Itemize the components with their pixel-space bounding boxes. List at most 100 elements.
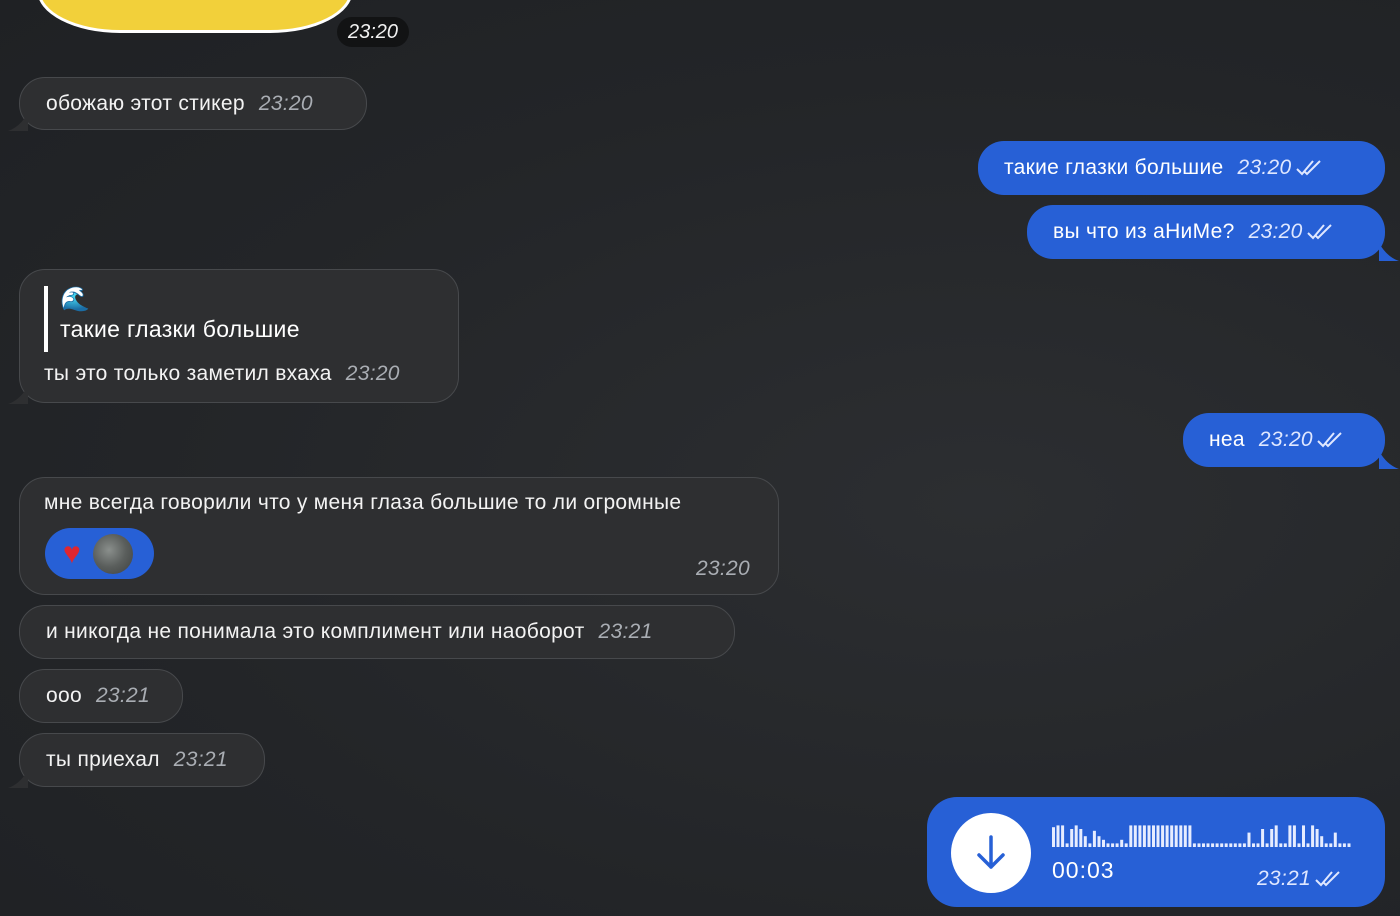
message-time: 23:20 xyxy=(1248,220,1303,243)
waveform-bar xyxy=(1174,825,1178,847)
waveform-bar xyxy=(1170,825,1174,847)
sticker-image[interactable] xyxy=(40,0,350,30)
waveform-bar xyxy=(1274,825,1278,847)
message-time: 23:21 xyxy=(95,684,151,707)
message-text: ооо xyxy=(46,684,82,707)
sticker-timestamp: 23:20 xyxy=(337,17,410,47)
message-time: 23:20 xyxy=(258,91,313,115)
waveform-bar xyxy=(1106,843,1110,847)
waveform-bar xyxy=(1311,825,1315,847)
waveform-bar xyxy=(1220,843,1224,847)
waveform-bar xyxy=(1247,832,1251,847)
waveform-bar xyxy=(1097,836,1101,847)
waveform-bar xyxy=(1270,829,1274,847)
message-bubble-incoming[interactable]: и никогда не понимала это комплимент или… xyxy=(19,605,735,659)
waveform-bar xyxy=(1111,843,1115,847)
download-arrow-icon xyxy=(977,835,1005,869)
message-text: мне всегда говорили что у меня глаза бол… xyxy=(44,491,682,514)
waveform-bar xyxy=(1183,825,1187,847)
waveform-bar xyxy=(1129,825,1133,847)
waveform-bar xyxy=(1215,843,1219,847)
waveform-bar xyxy=(1324,843,1328,847)
waveform-bar xyxy=(1211,843,1215,847)
message-bubble-outgoing[interactable]: вы что из аНиМе? 23:20 xyxy=(1027,205,1399,261)
message-text: ты приехал xyxy=(46,748,160,771)
bubble-tail xyxy=(8,386,28,404)
waveform-bar xyxy=(1229,843,1233,847)
waveform-bar xyxy=(1161,825,1165,847)
waveform-bar xyxy=(1320,836,1324,847)
download-button[interactable] xyxy=(951,813,1031,893)
waveform-bar xyxy=(1238,843,1242,847)
bubble-tail xyxy=(1379,243,1399,261)
reaction-pill[interactable]: ♥ xyxy=(45,528,154,579)
waveform-bar xyxy=(1079,829,1083,847)
message-time: 23:21 xyxy=(598,620,653,643)
waveform-bar xyxy=(1297,843,1301,847)
wave-emoji-icon: 🌊 xyxy=(60,286,91,313)
voice-duration: 00:03 xyxy=(1052,857,1115,883)
waveform-bar xyxy=(1142,825,1146,847)
voice-message-bubble[interactable]: 00:03 23:21 xyxy=(927,797,1385,907)
waveform-bar xyxy=(1147,825,1151,847)
waveform-bar xyxy=(1088,843,1092,847)
waveform-bar xyxy=(1102,839,1105,847)
waveform-bar xyxy=(1138,825,1142,847)
waveform-bar xyxy=(1283,843,1287,847)
message-text: обожаю этот стикер xyxy=(46,91,245,115)
waveform-bar xyxy=(1206,843,1210,847)
waveform-bar xyxy=(1065,843,1069,847)
bubble-tail xyxy=(1379,451,1399,469)
message-time: 23:20 xyxy=(1258,428,1313,451)
waveform-bar xyxy=(1124,843,1128,847)
waveform-bar xyxy=(1292,825,1296,847)
waveform-bar xyxy=(1224,843,1228,847)
message-time: 23:20 xyxy=(695,557,750,580)
reply-quote[interactable]: 🌊 такие глазки большие xyxy=(44,286,300,352)
bubble-tail xyxy=(8,113,28,131)
bubble-tail xyxy=(8,770,28,788)
message-bubble-outgoing[interactable]: такие глазки большие 23:20 xyxy=(978,141,1385,195)
waveform-bar xyxy=(1233,843,1237,847)
message-bubble-reply[interactable]: 🌊 такие глазки большие ты это только зам… xyxy=(8,269,459,404)
waveform-bar xyxy=(1279,843,1283,847)
message-bubble-incoming[interactable]: ты приехал 23:21 xyxy=(8,733,265,788)
waveform-bar xyxy=(1197,843,1201,847)
voice-waveform[interactable] xyxy=(1052,825,1352,847)
waveform-bar xyxy=(1056,825,1060,847)
message-time: 23:21 xyxy=(173,748,228,771)
waveform-bar xyxy=(1192,843,1196,847)
waveform-bar xyxy=(1202,843,1205,847)
waveform-bar xyxy=(1052,827,1055,847)
waveform-bar xyxy=(1261,829,1265,847)
waveform-bar xyxy=(1115,843,1119,847)
message-time: 23:21 xyxy=(1256,867,1311,890)
double-check-icon xyxy=(1317,432,1342,448)
waveform-bar xyxy=(1152,825,1155,847)
message-text: вы что из аНиМе? xyxy=(1053,220,1235,243)
waveform-bar xyxy=(1156,825,1160,847)
waveform-bar xyxy=(1074,825,1078,847)
waveform-bar xyxy=(1061,825,1065,847)
waveform-bar xyxy=(1329,843,1333,847)
message-text: ты это только заметил вхаха xyxy=(44,362,332,385)
message-text: такие глазки большие xyxy=(1004,156,1224,179)
double-check-icon xyxy=(1295,160,1321,176)
waveform-bar xyxy=(1315,829,1319,847)
waveform-bar xyxy=(1256,843,1260,847)
waveform-bar xyxy=(1338,843,1342,847)
message-time: 23:20 xyxy=(345,362,400,385)
message-bubble-incoming[interactable]: ооо 23:21 xyxy=(19,669,183,723)
waveform-bar xyxy=(1347,843,1351,847)
message-bubble-outgoing[interactable]: неа 23:20 xyxy=(1183,413,1399,469)
quoted-text: такие глазки большие xyxy=(60,316,300,342)
message-bubble-incoming[interactable]: обожаю этот стикер 23:20 xyxy=(8,77,367,131)
message-bubble-incoming[interactable]: мне всегда говорили что у меня глаза бол… xyxy=(19,477,779,595)
waveform-bar xyxy=(1165,825,1169,847)
waveform-bar xyxy=(1265,843,1269,847)
double-check-icon xyxy=(1315,871,1340,887)
message-text: и никогда не понимала это комплимент или… xyxy=(46,620,585,643)
message-text: неа xyxy=(1209,428,1245,451)
waveform-bar xyxy=(1092,830,1096,847)
waveform-bar xyxy=(1342,843,1346,847)
